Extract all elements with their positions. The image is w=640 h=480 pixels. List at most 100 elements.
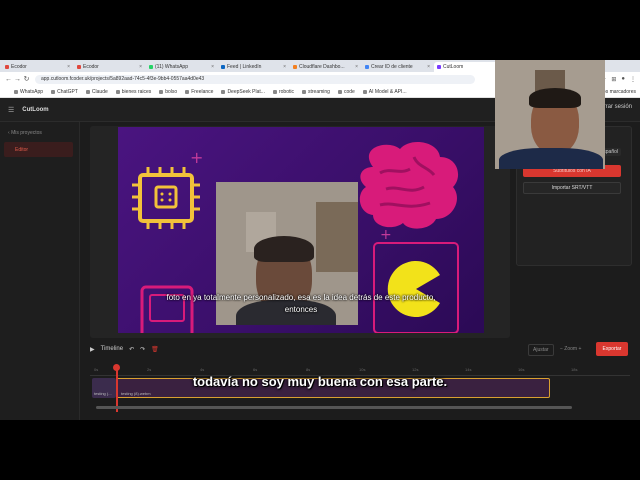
fit-button[interactable]: Ajustar <box>528 344 554 356</box>
bookmark-label: robotic <box>278 88 294 95</box>
export-button[interactable]: Exportar <box>596 342 628 356</box>
bookmark-item[interactable]: bienes raices <box>115 89 151 95</box>
back-to-projects-link[interactable]: ‹ Mis proyectos <box>8 130 42 136</box>
tab-label: Ecodor <box>11 64 27 70</box>
tab-close-icon[interactable]: × <box>355 64 358 70</box>
timeline-label: Timeline <box>100 346 124 352</box>
extensions-icon[interactable]: ⊞ <box>611 76 616 83</box>
back-arrow-icon[interactable]: ← <box>4 76 13 83</box>
tab-label: Crear ID de cliente <box>371 64 413 70</box>
tab-close-icon[interactable]: × <box>211 64 214 70</box>
tab-favicon-icon <box>5 65 9 69</box>
import-srt-button[interactable]: Importar SRT/VTT <box>523 182 621 194</box>
forward-arrow-icon[interactable]: → <box>13 76 22 83</box>
zoom-control[interactable]: − Zoom + <box>560 346 581 352</box>
back-link-label: Mis proyectos <box>11 130 42 136</box>
tab-label: CutLoom <box>443 64 464 70</box>
tab-close-icon[interactable]: × <box>67 64 70 70</box>
screen-recording-frame: Ecodor × Ecodor × (11) WhatsApp × Feed | Linke… <box>0 60 640 420</box>
browser-tab[interactable]: Ecodor × <box>74 62 145 72</box>
bookmark-label: bolso <box>165 88 178 95</box>
ruler-tick: 16s <box>518 367 525 372</box>
tab-label: Feed | LinkedIn <box>227 64 262 70</box>
tab-label: Ecodor <box>83 64 99 70</box>
bookmark-item[interactable]: Freelance <box>185 89 213 95</box>
video-caption: todavía no soy muy buena con esa parte. <box>192 374 448 389</box>
play-icon[interactable]: ▶ <box>90 346 95 353</box>
tab-favicon-icon <box>77 65 81 69</box>
bookmark-item[interactable]: code <box>337 88 355 95</box>
bookmark-icon <box>301 89 306 94</box>
bookmark-label: ChatGPT <box>57 88 78 95</box>
browser-tab[interactable]: Cloudflare Dashbo... × <box>290 62 361 72</box>
bookmark-item[interactable]: streaming <box>301 89 330 95</box>
hamburger-menu-icon[interactable]: ☰ <box>8 106 14 114</box>
bookmark-icon <box>159 89 164 94</box>
tab-close-icon[interactable]: × <box>283 64 286 70</box>
bookmark-label: code <box>343 88 355 95</box>
ruler-tick: 6s <box>253 367 258 372</box>
bookmark-icon <box>272 89 277 94</box>
clip-label-main: testing (8).webm <box>121 391 151 396</box>
profile-icon[interactable]: ● <box>621 76 625 82</box>
ruler-tick: 4s <box>200 367 205 372</box>
redo-icon[interactable]: ↷ <box>140 346 145 353</box>
brain-icon <box>359 142 459 229</box>
tab-favicon-icon <box>365 65 369 69</box>
tab-close-icon[interactable]: × <box>427 64 430 70</box>
bookmark-item[interactable]: AI Model & API... <box>362 88 407 95</box>
tab-close-icon[interactable]: × <box>139 64 142 70</box>
bookmark-item[interactable]: DeepSeek Plat... <box>221 89 265 95</box>
tab-label: (11) WhatsApp <box>155 64 188 70</box>
browser-tab[interactable]: Ecodor × <box>2 62 73 72</box>
plus-decoration-1: + <box>190 148 203 167</box>
browser-tab[interactable]: Feed | LinkedIn × <box>218 62 289 72</box>
bookmark-label: Freelance <box>191 88 214 95</box>
bookmark-item[interactable]: robotic <box>272 88 294 95</box>
bookmark-icon <box>221 89 226 94</box>
pacman-icon <box>373 242 459 333</box>
timeline-scrollbar[interactable] <box>96 406 572 409</box>
bookmark-icon <box>185 89 190 94</box>
bookmark-icon <box>115 89 120 94</box>
bookmark-item[interactable]: Claude <box>85 88 108 95</box>
bookmark-label: DeepSeek Plat... <box>227 88 265 95</box>
bookmark-label: Claude <box>91 88 108 95</box>
chip-icon <box>132 167 200 229</box>
bookmark-label: AI Model & API... <box>368 88 407 95</box>
preview-subtitle-line1: foto en ya totalmente personalizado, esa… <box>166 293 436 302</box>
timeline-toolbar: ▶ Timeline ↶ ↷ 🗑 Ajustar − Zoom + Export… <box>90 342 630 356</box>
browser-tab[interactable]: Crear ID de cliente × <box>362 62 433 72</box>
bookmark-icon <box>85 89 90 94</box>
preview-subtitle: foto en ya totalmente personalizado, esa… <box>118 292 484 316</box>
reload-icon[interactable]: ↻ <box>22 75 31 83</box>
plus-decoration-2: + <box>380 227 392 243</box>
ruler-tick: 8s <box>306 367 311 372</box>
bookmark-icon <box>337 89 342 94</box>
tab-favicon-icon <box>149 65 153 69</box>
undo-icon[interactable]: ↶ <box>129 346 134 353</box>
url-field[interactable]: app.cutloom.fcoder.uk/projects/5a892aad-… <box>35 74 475 84</box>
sidebar-item-editor[interactable]: Editor <box>4 142 73 157</box>
ruler-tick: 12s <box>412 367 419 372</box>
trash-icon[interactable]: 🗑 <box>151 346 159 353</box>
presenter-camera <box>495 60 605 169</box>
ruler-tick: 10s <box>359 367 366 372</box>
ruler-tick: 2s <box>147 367 152 372</box>
bookmark-icon <box>51 89 56 94</box>
tab-favicon-icon <box>293 65 297 69</box>
menu-dots-icon[interactable]: ⋮ <box>630 76 636 83</box>
clip-label-short: testing (... <box>94 391 112 396</box>
bookmark-item[interactable]: ChatGPT <box>51 89 78 95</box>
preview-subtitle-line2: entonces <box>284 305 318 314</box>
bookmark-item[interactable]: bolso <box>159 89 177 95</box>
video-preview[interactable]: + + foto en ya totalmente personalizado,… <box>118 127 484 333</box>
ruler-tick: 0s <box>94 367 99 372</box>
browser-tab[interactable]: (11) WhatsApp × <box>146 62 217 72</box>
playhead-handle[interactable] <box>113 364 120 371</box>
ruler-tick: 14s <box>465 367 472 372</box>
bookmark-item[interactable]: WhatsApp <box>14 89 43 95</box>
bookmark-label: WhatsApp <box>20 88 44 95</box>
tab-favicon-icon <box>221 65 225 69</box>
bookmark-icon <box>362 89 367 94</box>
